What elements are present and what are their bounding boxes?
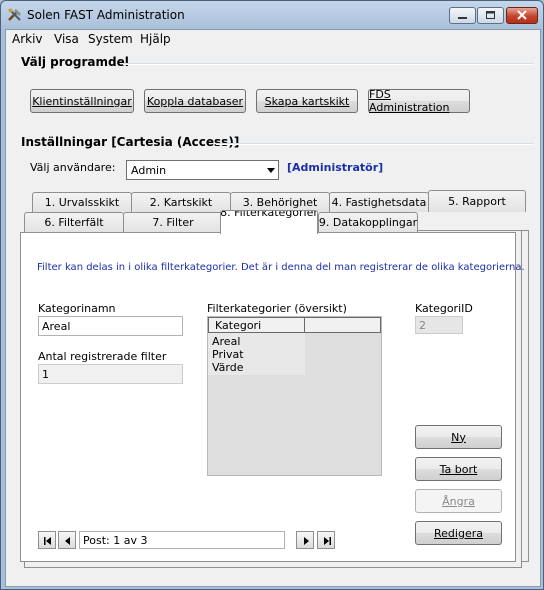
last-record-icon	[324, 537, 331, 545]
menu-visa[interactable]: Visa	[54, 32, 79, 46]
grid-row[interactable]: Värde	[212, 361, 244, 374]
settings-section-title: Inställningar [Cartesia (Access)]	[21, 135, 240, 149]
next-record-button[interactable]	[296, 531, 314, 549]
tools-app-icon	[8, 8, 21, 21]
category-name-input[interactable]: Areal	[38, 316, 183, 336]
filter-count-value: 1	[42, 368, 49, 381]
record-position-text: Post: 1 av 3	[83, 534, 148, 547]
record-navigator: Post: 1 av 3	[38, 531, 344, 549]
panel-description: Filter kan delas in i olika filterkatego…	[37, 262, 525, 273]
tab-filterkategorier[interactable]: 8. Filterkategorier	[220, 210, 318, 234]
grid-column-header-empty	[304, 317, 381, 333]
tab-datakopplingar[interactable]: 9. Datakopplingar	[318, 212, 418, 232]
tab-behorighet[interactable]: 3. Behörighet	[230, 192, 330, 212]
grid-row[interactable]: Areal	[212, 335, 240, 348]
settings-section-divider	[216, 143, 533, 145]
user-role: [Administratör]	[287, 161, 384, 174]
category-overview-grid[interactable]: Kategori Areal Privat Värde	[207, 316, 382, 476]
menu-arkiv[interactable]: Arkiv	[12, 32, 43, 46]
tab-filterfalt[interactable]: 6. Filterfält	[24, 212, 124, 232]
program-section-divider	[123, 63, 533, 65]
last-record-button[interactable]	[317, 531, 335, 549]
menu-hjalp[interactable]: Hjälp	[140, 32, 171, 46]
filter-count-field: 1	[38, 364, 183, 384]
window-title: Solen FAST Administration	[27, 8, 185, 22]
tab-filterkategorier-label: 8. Filterkategorier	[220, 210, 318, 219]
delete-button[interactable]: Ta bort	[415, 457, 502, 481]
close-button[interactable]	[506, 7, 538, 24]
undo-button[interactable]: Ångra	[415, 489, 502, 513]
edit-button[interactable]: Redigera	[415, 521, 502, 545]
tab-filter[interactable]: 7. Filter	[123, 212, 223, 232]
grid-rows: Areal Privat Värde	[208, 333, 305, 375]
client-area: Arkiv Visa System Hjälp Välj programdel …	[5, 29, 541, 587]
category-name-label: Kategorinamn	[38, 302, 116, 315]
create-map-layer-button[interactable]: Skapa kartskikt	[256, 89, 358, 113]
grid-row[interactable]: Privat	[212, 348, 244, 361]
tab-urvalsskikt[interactable]: 1. Urvalsskikt	[32, 192, 132, 212]
menu-system[interactable]: System	[88, 32, 133, 46]
tab-fastighetsdata[interactable]: 4. Fastighetsdata	[329, 192, 429, 212]
next-record-icon	[304, 537, 309, 545]
first-record-icon	[44, 537, 51, 545]
grid-column-header[interactable]: Kategori	[208, 317, 305, 333]
maximize-icon	[486, 11, 495, 19]
fds-administration-button[interactable]: FDS Administration	[368, 88, 470, 114]
category-id-value: 2	[419, 319, 426, 332]
program-section-title: Välj programdel	[21, 55, 129, 69]
minimize-icon	[458, 17, 467, 19]
title-bar[interactable]: Solen FAST Administration	[1, 1, 543, 29]
category-id-field: 2	[415, 316, 463, 334]
category-name-value: Areal	[42, 320, 71, 333]
record-position-field[interactable]: Post: 1 av 3	[79, 531, 285, 549]
client-settings-button[interactable]: Klientinställningar	[30, 89, 134, 113]
user-select[interactable]: Admin	[126, 160, 279, 180]
connect-databases-button[interactable]: Koppla databaser	[144, 89, 246, 113]
minimize-button[interactable]	[449, 7, 476, 24]
new-button[interactable]: Ny	[415, 425, 502, 449]
application-window: Solen FAST Administration Arkiv Visa Sys…	[0, 0, 544, 590]
user-label: Välj användare:	[30, 161, 116, 174]
overview-label: Filterkategorier (översikt)	[207, 302, 347, 315]
tab-page-filterkategorier: Filter kan delas in i olika filterkatego…	[20, 232, 525, 562]
maximize-button[interactable]	[477, 7, 504, 24]
tab-rapport[interactable]: 5. Rapport	[428, 190, 526, 212]
previous-record-icon	[65, 537, 70, 545]
chevron-down-icon	[267, 168, 275, 173]
filter-count-label: Antal registrerade filter	[38, 350, 167, 363]
user-select-value: Admin	[131, 164, 167, 177]
first-record-button[interactable]	[38, 531, 56, 549]
close-icon	[517, 10, 527, 20]
previous-record-button[interactable]	[58, 531, 76, 549]
menu-bar: Arkiv Visa System Hjälp	[6, 30, 540, 48]
category-id-label: KategoriID	[415, 302, 473, 315]
tab-kartskikt[interactable]: 2. Kartskikt	[131, 192, 231, 212]
